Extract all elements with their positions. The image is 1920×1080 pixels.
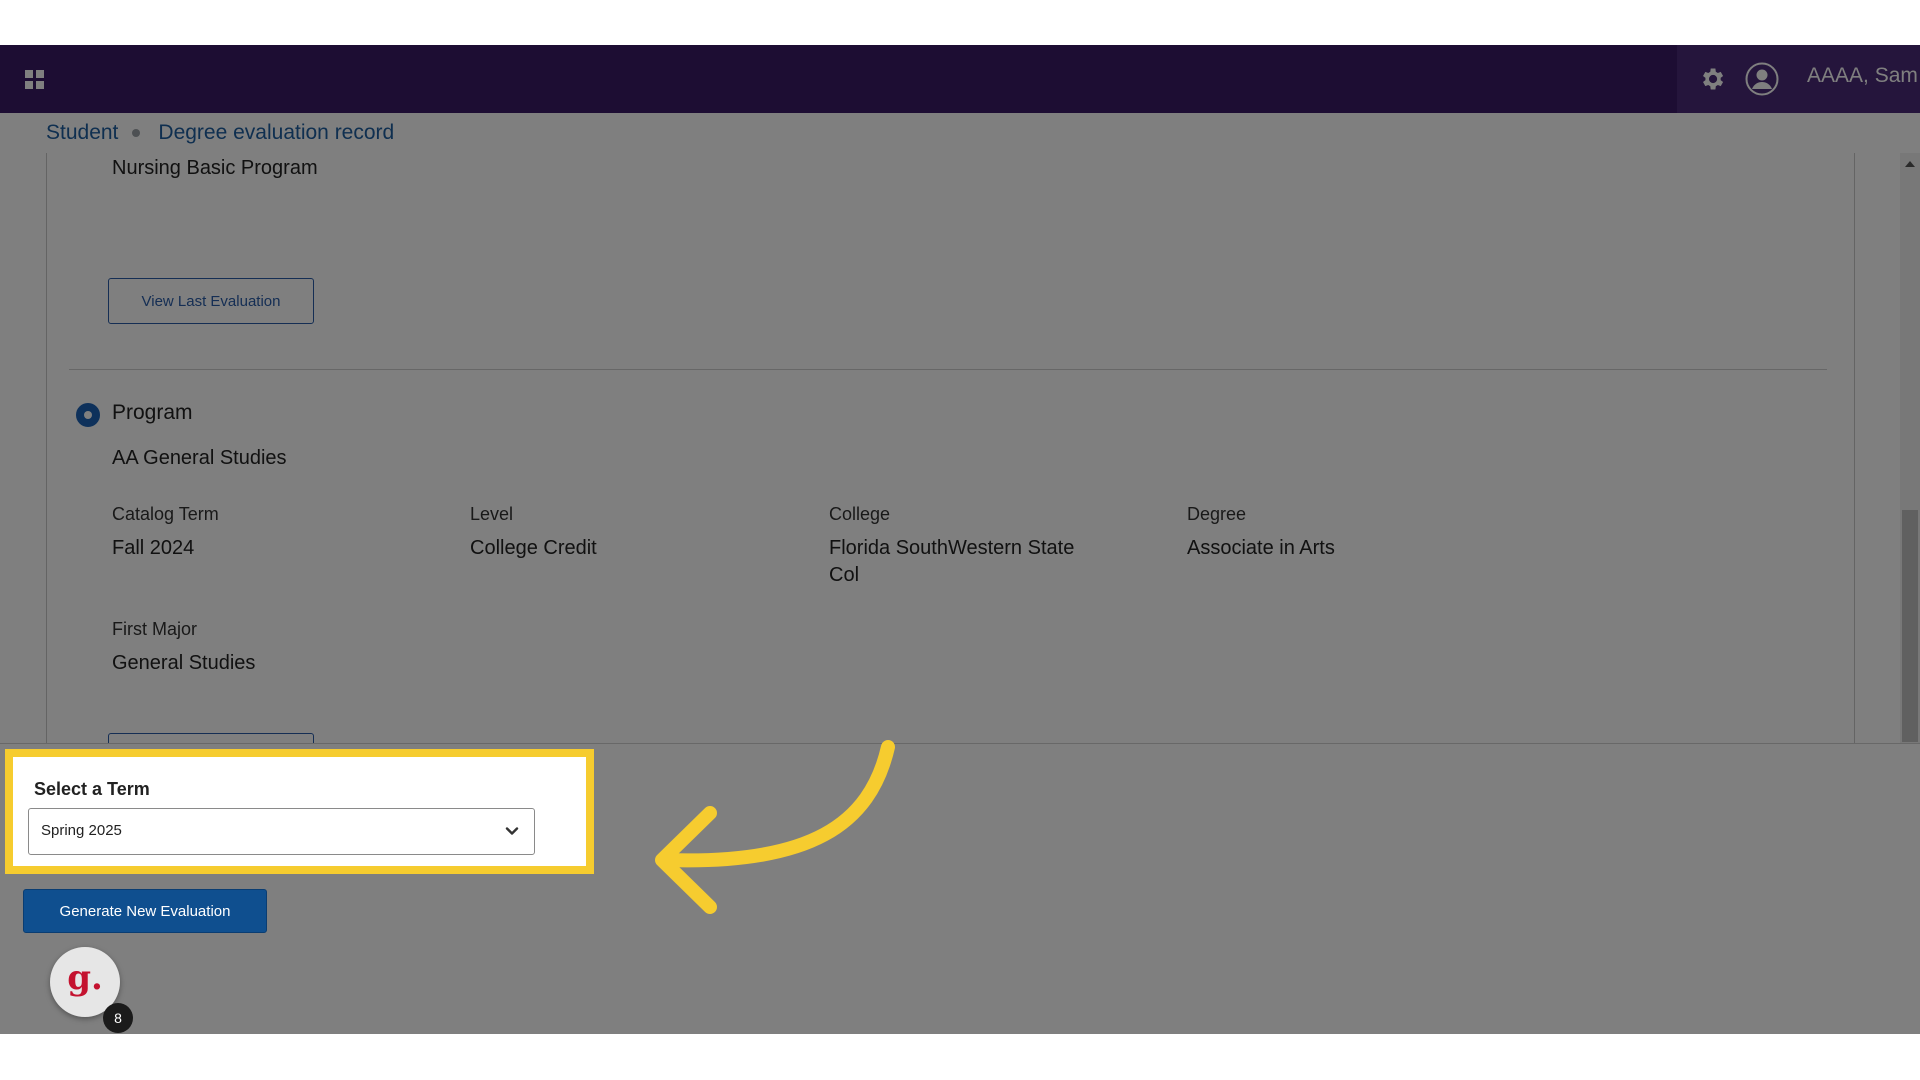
grid-icon[interactable] (25, 70, 45, 90)
gear-icon[interactable] (1698, 65, 1726, 93)
breadcrumb-separator (132, 129, 141, 137)
assist-logo: g. (67, 958, 103, 998)
user-name[interactable]: AAAA, Sam (1807, 64, 1918, 88)
generate-new-evaluation-button[interactable]: Generate New Evaluation (23, 889, 267, 933)
scroll-up-icon[interactable] (1905, 161, 1915, 167)
curved-arrow-icon (655, 740, 895, 914)
view-last-evaluation-button[interactable]: View Last Evaluation (108, 278, 314, 324)
catalog-term-label: Catalog Term (112, 504, 219, 524)
assist-count-badge: 8 (103, 1003, 133, 1033)
degree-label: Degree (1187, 504, 1247, 524)
program-list-panel: Nursing Basic Program View Last Evaluati… (46, 153, 1855, 779)
college-value: Florida SouthWestern State Col (829, 537, 1075, 586)
degree-value: Associate in Arts (1187, 537, 1335, 559)
first-major-value: General Studies (112, 652, 256, 674)
college-label: College (829, 504, 891, 524)
chevron-down-icon (505, 827, 519, 835)
breadcrumb-student[interactable]: Student (46, 121, 118, 145)
previous-program-name: Nursing Basic Program (112, 157, 318, 179)
catalog-term-value: Fall 2024 (112, 537, 195, 559)
first-major-label: First Major (112, 619, 197, 639)
user-avatar-icon[interactable] (1745, 62, 1779, 96)
top-bar: AAAA, Sam (0, 45, 1920, 113)
program-radio[interactable] (76, 403, 100, 427)
program-heading: Program (112, 401, 193, 424)
term-select-value: Spring 2025 (41, 822, 122, 839)
scrollbar-thumb[interactable] (1902, 510, 1918, 742)
term-select-label: Select a Term (34, 779, 150, 799)
term-select-highlight: Select a Term Spring 2025 (5, 749, 594, 874)
app-window: AAAA, Sam Student Degree evaluation reco… (0, 45, 1920, 1034)
breadcrumb-degree-evaluation[interactable]: Degree evaluation record (158, 121, 394, 145)
user-menu-area: AAAA, Sam (1677, 45, 1920, 113)
program-name: AA General Studies (112, 447, 287, 469)
divider (69, 369, 1827, 370)
level-value: College Credit (470, 537, 597, 559)
breadcrumb: Student Degree evaluation record (46, 121, 394, 145)
level-label: Level (470, 504, 514, 524)
term-select-dropdown[interactable]: Spring 2025 (28, 808, 535, 855)
